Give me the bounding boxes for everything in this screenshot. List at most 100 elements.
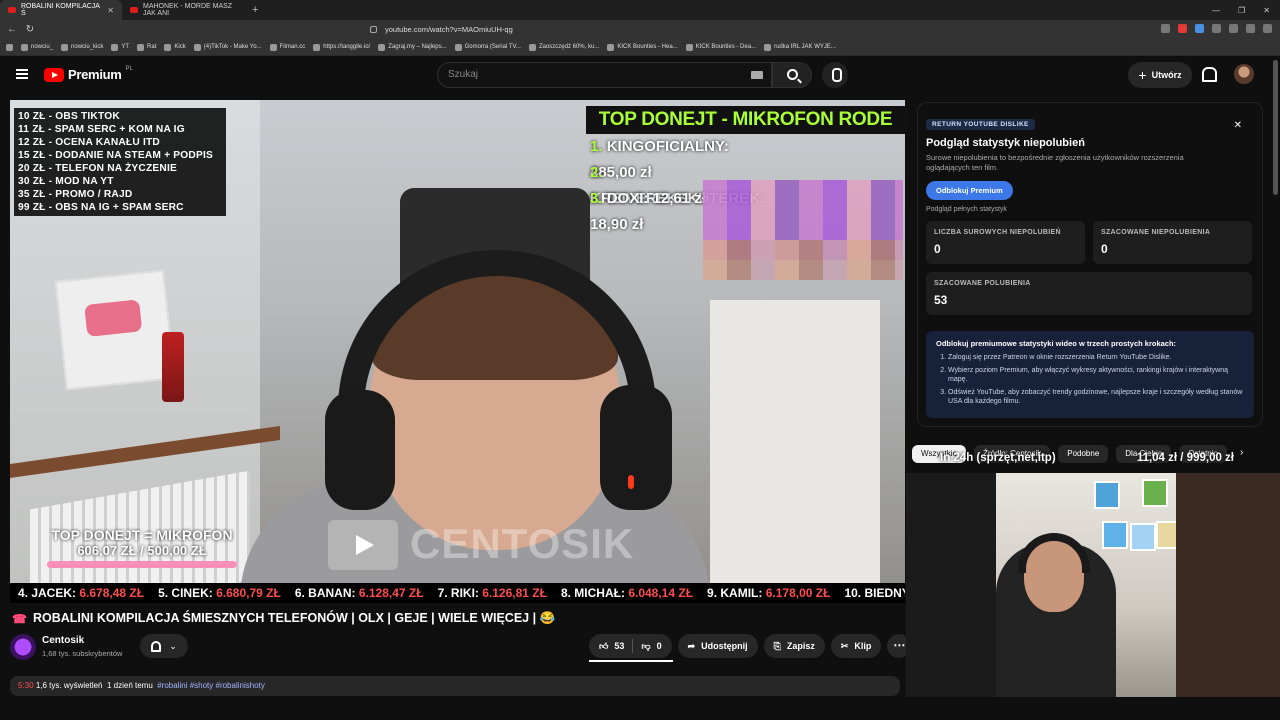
channel-avatar[interactable] (10, 634, 36, 660)
address-bar: ← ↻ youtube.com/watch?v=MAOmiuUH-qg (0, 20, 1280, 39)
create-button[interactable]: + Utwórz (1128, 62, 1192, 88)
bookmark-item[interactable]: Zaoszczędź 60%, ku... (528, 43, 599, 51)
scissors-icon: ✂ (840, 640, 849, 651)
like-dislike-button[interactable]: 👍︎ 53 👎︎ 0 (589, 634, 672, 658)
bookmark-item[interactable]: Kick (164, 43, 186, 51)
pricelist-item: 11 ZŁ - SPAM SERC + KOM NA IG (18, 124, 185, 135)
back-icon[interactable]: ← (6, 24, 18, 35)
ticker-item: 9. KAMIL: 6.178,00 ZŁ (707, 586, 831, 600)
view-count: 1,6 tys. wyświetleń (35, 681, 103, 690)
hashtags[interactable]: #robalini #shoty #robalinishoty (157, 681, 265, 690)
bookmark-item[interactable]: Filman.cc (269, 43, 305, 51)
bookmark-item[interactable]: Rat (137, 43, 156, 51)
bookmarks-bar: nowciu_ nowciu_kick YT Rat Kick (4)TikTo… (0, 39, 1280, 56)
step-item: Wybierz poziom Premium, aby włączyć wykr… (948, 366, 1244, 385)
unlock-premium-button[interactable]: Odblokuj Premium (926, 181, 1013, 200)
reload-icon[interactable]: ↻ (24, 24, 36, 35)
top-donation-title: TOP DONEJT - MIKROFON RODE (586, 106, 905, 134)
upload-age: 1 dzień temu (106, 681, 153, 690)
scrollbar[interactable] (1273, 60, 1278, 195)
extension-icons (1161, 24, 1272, 33)
url-field[interactable]: youtube.com/watch?v=MAOmiuUH-qg (370, 22, 910, 37)
bookmark-item[interactable]: nowciu_ (21, 43, 53, 51)
like-ratio-bar (589, 660, 673, 662)
extension-icon[interactable] (1178, 24, 1187, 33)
ryd-badge: RETURN YOUTUBE DISLIKE (926, 119, 1035, 130)
search-placeholder: Szukaj (448, 69, 479, 80)
description-box[interactable]: 5:30 1,6 tys. wyświetleń 1 dzień temu #r… (10, 676, 900, 696)
close-icon[interactable]: ✕ (1234, 120, 1242, 131)
video-player[interactable]: 10 ZŁ - OBS TIKTOK 11 ZŁ - SPAM SERC + K… (10, 100, 905, 603)
extension-icon[interactable] (1246, 24, 1255, 33)
notifications-icon[interactable] (1201, 67, 1217, 82)
tab-inactive[interactable]: MAHONEK - MORDE MASZ JAK ANI (122, 0, 244, 20)
keyboard-icon[interactable] (751, 71, 763, 79)
bookmark-item[interactable]: KICK Bounties - Hea... (607, 43, 678, 51)
bookmark-item[interactable]: rudka IRL JAK WYJE... (764, 43, 836, 51)
youtube-header: Premium PL Szukaj + Utwórz (0, 56, 1280, 94)
extension-icon[interactable] (1229, 24, 1238, 33)
bookmark-item[interactable]: nowciu_kick (61, 43, 103, 51)
share-icon: ➦ (687, 640, 696, 651)
donation-pricelist: 10 ZŁ - OBS TIKTOK 11 ZŁ - SPAM SERC + K… (14, 108, 226, 216)
maximize-icon[interactable]: ❐ (1238, 6, 1245, 15)
ryd-steps: Odblokuj premiumowe statystyki wideo w t… (926, 331, 1254, 418)
bookmark-item[interactable]: Gomorra (Serial TV... (454, 43, 521, 51)
play-icon[interactable] (328, 520, 398, 570)
extension-icon[interactable] (1161, 24, 1170, 33)
close-window-icon[interactable]: ✕ (1263, 6, 1270, 15)
ticker-item: 7. RIKI: 6.126,81 ZŁ (437, 586, 547, 600)
extension-icon[interactable] (1212, 24, 1221, 33)
share-button[interactable]: ➦ Udostępnij (677, 634, 758, 658)
ryd-title: Podgląd statystyk niepolubień (926, 137, 1085, 149)
bookmark-item[interactable]: https://tangglle.io/ (313, 43, 370, 51)
goal-amount: 606,07 ZŁ / 500,00 ZŁ (77, 543, 207, 558)
browser-tabbar: ROBALINI KOMPILACJA Ś ✕ MAHONEK - MORDE … (0, 0, 1280, 20)
bookmark-item[interactable]: KICK Bounties - Dea... (685, 43, 756, 51)
extension-icon[interactable] (1195, 24, 1204, 33)
channel-name[interactable]: Centosik (42, 635, 84, 646)
bottom-strip (0, 697, 1280, 720)
thumbs-up-icon: 👍︎ (599, 640, 609, 651)
menu-icon[interactable] (1263, 24, 1272, 33)
window-controls: — ❐ ✕ (1212, 0, 1270, 20)
youtube-favicon-icon (130, 7, 138, 13)
bookmark-icon: ⎘ (773, 640, 781, 651)
thumbs-down-icon[interactable]: 👎︎ (641, 641, 650, 652)
apps-icon[interactable] (6, 43, 13, 51)
bookmark-item[interactable]: Zagraj.my – Najleps... (378, 43, 447, 51)
pricelist-item: 99 ZŁ - OBS NA IG + SPAM SERC (18, 202, 184, 213)
pricelist-item: 15 ZŁ - DODANIE NA STEAM + PODPIS (18, 150, 213, 161)
search-input[interactable]: Szukaj (437, 62, 772, 88)
stat-label: LICZBA SUROWYCH NIEPOLUBIEŃ (934, 229, 1061, 236)
clip-button[interactable]: ✂ Klip (830, 634, 882, 658)
notifications-button[interactable]: ⌄ (140, 634, 188, 658)
webcam-overlay (906, 473, 1280, 697)
ryd-panel: RETURN YOUTUBE DISLIKE ✕ Podgląd statyst… (917, 102, 1263, 427)
stat-card: SZACOWANE POLUBIENIA 53 (926, 272, 1252, 315)
site-info-icon[interactable] (370, 26, 377, 33)
trophy (162, 332, 184, 402)
youtube-logo[interactable]: Premium PL (44, 66, 133, 82)
save-button[interactable]: ⎘ Zapisz (763, 634, 825, 658)
steps-title: Odblokuj premiumowe statystyki wideo w t… (936, 339, 1177, 348)
stat-card: SZACOWANE NIEPOLUBIENIA 0 (1093, 221, 1252, 264)
watermark: CENTOSIK (410, 520, 635, 567)
youtube-favicon-icon (8, 7, 16, 13)
bookmark-item[interactable]: YT (111, 43, 129, 51)
close-tab-icon[interactable]: ✕ (107, 6, 114, 15)
voice-search-icon[interactable] (822, 62, 848, 88)
menu-icon[interactable] (16, 69, 28, 79)
goal-title: TOP DONEJT = MIKROFON (51, 527, 233, 543)
create-label: Utwórz (1151, 70, 1182, 80)
bookmark-item[interactable]: (4)TikTok - Make Yo... (193, 43, 262, 51)
like-count: 53 (614, 641, 625, 651)
ticker-item: 8. MICHAŁ: 6.048,14 ZŁ (560, 586, 694, 600)
tab-active[interactable]: ROBALINI KOMPILACJA Ś ✕ (0, 0, 122, 20)
minimize-icon[interactable]: — (1212, 6, 1220, 15)
avatar[interactable] (1234, 64, 1254, 84)
phone-icon: ☎ (12, 611, 27, 626)
new-tab-icon[interactable]: + (244, 4, 266, 16)
search-button[interactable] (772, 62, 812, 88)
full-preview-link[interactable]: Podgląd pełnych statystyk (926, 206, 1254, 213)
